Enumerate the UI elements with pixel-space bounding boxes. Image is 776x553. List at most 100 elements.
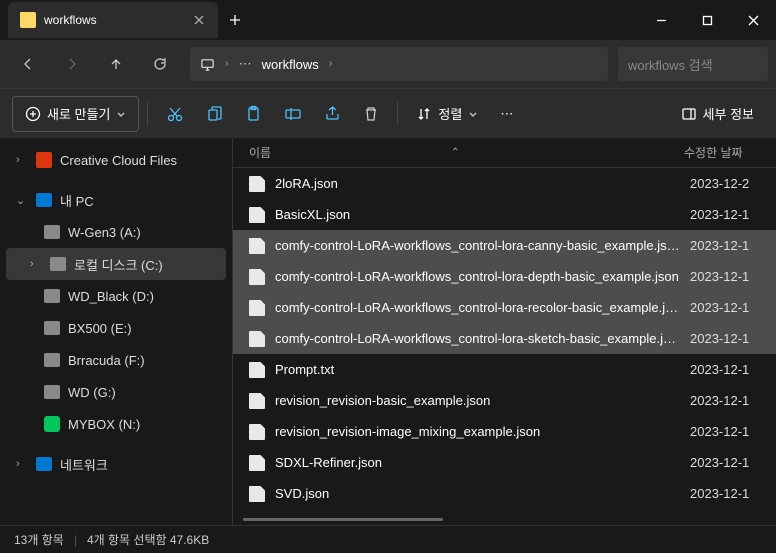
sort-label: 정렬 xyxy=(438,104,462,123)
file-row[interactable]: revision_revision-basic_example.json 2023… xyxy=(233,385,776,416)
search-placeholder: workflows 검색 xyxy=(628,55,713,74)
file-date: 2023-12-2 xyxy=(690,176,760,191)
share-button[interactable] xyxy=(314,96,351,132)
tree-item-drive[interactable]: BX500 (E:) xyxy=(0,312,232,344)
drive-icon xyxy=(44,289,60,303)
tree-item-drive[interactable]: MYBOX (N:) xyxy=(0,408,232,440)
folder-icon xyxy=(20,12,36,28)
file-date: 2023-12-1 xyxy=(690,207,760,222)
back-button[interactable] xyxy=(8,46,48,82)
file-row[interactable]: comfy-control-LoRA-workflows_control-lor… xyxy=(233,292,776,323)
search-input[interactable]: workflows 검색 xyxy=(618,47,768,81)
new-button[interactable]: 새로 만들기 xyxy=(12,96,139,132)
sort-ascending-icon: ⌃ xyxy=(451,147,459,158)
drive-icon xyxy=(44,385,60,399)
file-icon xyxy=(249,176,265,192)
more-button[interactable]: ⋯ xyxy=(490,96,523,132)
mybox-icon xyxy=(44,416,60,432)
tree-item-drive[interactable]: WD_Black (D:) xyxy=(0,280,232,312)
file-name: 2loRA.json xyxy=(275,176,680,191)
file-icon xyxy=(249,238,265,254)
chevron-right-icon[interactable]: › xyxy=(329,58,333,70)
file-name: comfy-control-LoRA-workflows_control-lor… xyxy=(275,331,680,346)
column-name[interactable]: 이름 xyxy=(249,144,271,161)
copy-button[interactable] xyxy=(196,96,233,132)
drive-icon xyxy=(44,225,60,239)
status-selected: 4개 항목 선택함 47.6KB xyxy=(87,531,209,548)
chevron-down-icon[interactable]: ⌄ xyxy=(16,194,28,207)
tree-item-drive[interactable]: WD (G:) xyxy=(0,376,232,408)
file-row[interactable]: comfy-control-LoRA-workflows_control-lor… xyxy=(233,323,776,354)
window-tab[interactable]: workflows xyxy=(8,2,218,38)
file-name: comfy-control-LoRA-workflows_control-lor… xyxy=(275,269,680,284)
tree-item-drive[interactable]: W-Gen3 (A:) xyxy=(0,216,232,248)
file-row[interactable]: BasicXL.json 2023-12-1 xyxy=(233,199,776,230)
file-icon xyxy=(249,269,265,285)
file-icon xyxy=(249,300,265,316)
minimize-button[interactable] xyxy=(638,0,684,40)
tree-item-creative-cloud[interactable]: › Creative Cloud Files xyxy=(0,144,232,176)
file-date: 2023-12-1 xyxy=(690,238,760,253)
file-name: SVD.json xyxy=(275,486,680,501)
file-name: comfy-control-LoRA-workflows_control-lor… xyxy=(275,300,680,315)
new-label: 새로 만들기 xyxy=(47,104,110,123)
file-row[interactable]: Prompt.txt2023-12-1 xyxy=(233,354,776,385)
file-date: 2023-12-1 xyxy=(690,424,760,439)
file-row[interactable]: comfy-control-LoRA-workflows_control-lor… xyxy=(233,261,776,292)
tree-item-network[interactable]: › 네트워크 xyxy=(0,448,232,480)
file-icon xyxy=(249,207,265,223)
cut-button[interactable] xyxy=(156,96,194,132)
add-tab-button[interactable] xyxy=(218,3,252,37)
delete-button[interactable] xyxy=(353,96,389,132)
close-tab-icon[interactable] xyxy=(192,13,206,27)
column-date[interactable]: 수정한 날짜 xyxy=(684,144,760,161)
chevron-right-icon[interactable]: › xyxy=(16,154,28,166)
file-row[interactable]: 2loRA.json 2023-12-2 xyxy=(233,168,776,199)
file-icon xyxy=(249,362,265,378)
file-row[interactable]: SVD.json 2023-12-1 xyxy=(233,478,776,509)
file-icon xyxy=(249,486,265,502)
chevron-right-icon[interactable]: › xyxy=(16,458,28,470)
file-row[interactable]: SDXL-Refiner.json 2023-12-1 xyxy=(233,447,776,478)
tab-title: workflows xyxy=(44,13,184,27)
file-icon xyxy=(249,455,265,471)
chevron-right-icon[interactable]: › xyxy=(30,258,42,270)
file-name: BasicXL.json xyxy=(275,207,680,222)
file-row[interactable]: comfy-control-LoRA-workflows_control-lor… xyxy=(233,230,776,261)
network-icon xyxy=(36,457,52,471)
file-icon xyxy=(249,393,265,409)
sort-button[interactable]: 정렬 xyxy=(406,96,488,132)
forward-button[interactable] xyxy=(52,46,92,82)
refresh-button[interactable] xyxy=(140,46,180,82)
file-date: 2023-12-1 xyxy=(690,393,760,408)
drive-icon xyxy=(50,257,66,271)
tree-item-drive[interactable]: ›로컬 디스크 (C:) xyxy=(6,248,226,280)
file-name: revision_revision-basic_example.json xyxy=(275,393,680,408)
file-name: SDXL-Refiner.json xyxy=(275,455,680,470)
details-button[interactable]: 세부 정보 xyxy=(671,96,764,132)
file-date: 2023-12-1 xyxy=(690,455,760,470)
status-total: 13개 항목 xyxy=(14,531,64,548)
path-segment[interactable]: workflows xyxy=(262,57,319,72)
paste-button[interactable] xyxy=(235,96,272,132)
tree-item-drive[interactable]: Brracuda (F:) xyxy=(0,344,232,376)
file-name: comfy-control-LoRA-workflows_control-lor… xyxy=(275,238,680,253)
file-icon xyxy=(249,424,265,440)
creative-cloud-icon xyxy=(36,152,52,168)
tree-item-this-pc[interactable]: ⌄ 내 PC xyxy=(0,184,232,216)
file-date: 2023-12-1 xyxy=(690,486,760,501)
ellipsis-icon[interactable]: ⋯ xyxy=(239,56,252,72)
chevron-right-icon[interactable]: › xyxy=(225,58,229,70)
maximize-button[interactable] xyxy=(684,0,730,40)
monitor-icon xyxy=(200,57,215,72)
file-name: revision_revision-image_mixing_example.j… xyxy=(275,424,680,439)
rename-button[interactable] xyxy=(274,96,312,132)
file-row[interactable]: revision_revision-image_mixing_example.j… xyxy=(233,416,776,447)
horizontal-scrollbar[interactable] xyxy=(233,515,776,525)
address-bar[interactable]: › ⋯ workflows › xyxy=(190,47,608,81)
file-icon xyxy=(249,331,265,347)
up-button[interactable] xyxy=(96,46,136,82)
close-button[interactable] xyxy=(730,0,776,40)
file-name: Prompt.txt xyxy=(275,362,680,377)
status-bar: 13개 항목 | 4개 항목 선택함 47.6KB xyxy=(0,525,776,553)
